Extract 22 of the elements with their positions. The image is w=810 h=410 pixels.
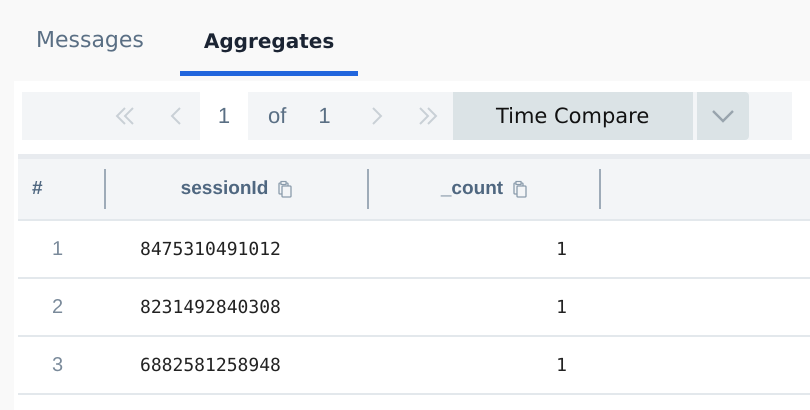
table-cell: 2 bbox=[52, 296, 64, 318]
table-cell: 1 bbox=[52, 238, 64, 260]
pager-label: of bbox=[268, 103, 286, 129]
table-cell: 6882581258948 bbox=[140, 354, 281, 376]
copy-icon[interactable] bbox=[278, 180, 292, 198]
chevron-down-icon bbox=[710, 109, 735, 123]
page-total: 1 bbox=[318, 103, 331, 129]
table-cell: 8475310491012 bbox=[140, 238, 281, 260]
tab[interactable]: Messages bbox=[18, 0, 162, 76]
table-cell: 3 bbox=[52, 354, 64, 376]
table-cell: 8231492840308 bbox=[140, 296, 281, 318]
tab[interactable]: Aggregates bbox=[180, 0, 358, 76]
copy-icon[interactable] bbox=[513, 180, 528, 198]
column-header: _count bbox=[440, 178, 504, 200]
column-header: # bbox=[32, 178, 43, 200]
column-header: sessionId bbox=[180, 178, 268, 200]
dropdown-button[interactable] bbox=[696, 92, 749, 140]
table-cell: 1 bbox=[556, 238, 567, 260]
table-cell: 1 bbox=[556, 354, 567, 376]
table-cell: 1 bbox=[556, 296, 567, 318]
page-field[interactable]: 1 bbox=[200, 92, 248, 140]
time-compare-button[interactable]: Time Compare bbox=[452, 92, 693, 140]
